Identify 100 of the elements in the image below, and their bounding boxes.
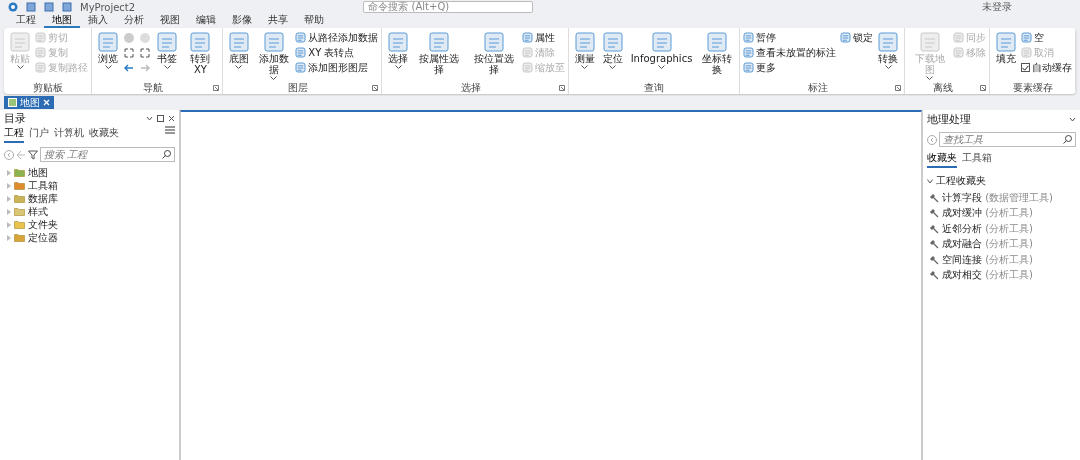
- launcher-icon[interactable]: [980, 85, 986, 91]
- tool-icon: [521, 47, 533, 58]
- folder-icon: [14, 207, 25, 216]
- caret-icon[interactable]: [394, 65, 402, 69]
- map-tab[interactable]: 地图: [4, 96, 54, 109]
- ribbon-button[interactable]: 定位: [599, 30, 626, 71]
- collapse-icon[interactable]: [927, 178, 933, 184]
- ribbon-button[interactable]: 空: [1021, 30, 1072, 45]
- caret-icon[interactable]: [609, 65, 617, 69]
- folder-icon: [14, 181, 25, 190]
- caret-icon[interactable]: [1069, 115, 1076, 123]
- ribbon-tab[interactable]: 编辑: [188, 14, 224, 28]
- caret-icon[interactable]: [581, 65, 589, 69]
- ribbon-button[interactable]: 浏览: [95, 30, 121, 71]
- app-logo-icon: [8, 2, 18, 12]
- zoom-extent-icon[interactable]: [139, 47, 151, 59]
- pane-tab[interactable]: 工具箱: [962, 151, 992, 168]
- caret-icon[interactable]: [235, 65, 243, 69]
- tool-icon: [295, 62, 307, 73]
- tool-icon: [521, 32, 533, 43]
- catalog-item[interactable]: 数据库: [0, 192, 179, 205]
- tool-item[interactable]: 成对融合 (分析工具): [942, 237, 1033, 252]
- ribbon-button[interactable]: 按位置选择: [467, 30, 520, 77]
- ribbon-button[interactable]: 属性: [521, 30, 565, 45]
- search-field[interactable]: 搜索 工程: [40, 147, 175, 162]
- ribbon-button[interactable]: 锁定: [840, 30, 874, 45]
- catalog-item[interactable]: 工具箱: [0, 179, 179, 192]
- ribbon-tab[interactable]: 工程: [8, 14, 44, 28]
- filter-icon[interactable]: [28, 149, 38, 160]
- tool-item[interactable]: 成对相交 (分析工具): [942, 268, 1033, 283]
- ribbon-button[interactable]: 测量: [571, 30, 598, 71]
- tool-icon: [574, 32, 595, 52]
- ribbon-button[interactable]: Infographics: [627, 30, 696, 71]
- launcher-icon[interactable]: [558, 85, 565, 91]
- ribbon-button[interactable]: 填充: [993, 30, 1019, 66]
- ribbon-button[interactable]: 坐标转换: [697, 30, 737, 77]
- user-name[interactable]: 未登录: [981, 0, 1012, 14]
- pane-tab[interactable]: 收藏夹: [927, 151, 957, 168]
- back-arrow-icon[interactable]: [123, 62, 135, 74]
- search-icon[interactable]: [162, 150, 171, 159]
- caret-icon[interactable]: [270, 76, 278, 80]
- back-icon[interactable]: [927, 134, 937, 145]
- search-icon[interactable]: [1063, 135, 1072, 144]
- tool-icon: [953, 47, 964, 58]
- launcher-icon[interactable]: [895, 85, 902, 91]
- ribbon-button[interactable]: 查看未放置的标注: [743, 45, 837, 60]
- ribbon-button[interactable]: 转到 XY: [182, 30, 219, 77]
- ribbon-button[interactable]: 从路径添加数据: [295, 30, 379, 45]
- pane-tab[interactable]: 门户: [29, 126, 49, 143]
- pane-tab[interactable]: 收藏夹: [89, 126, 119, 143]
- search-field[interactable]: 查找工具: [939, 132, 1076, 147]
- caret-icon[interactable]: [146, 114, 153, 122]
- ribbon-button[interactable]: 暂停: [743, 30, 837, 45]
- ribbon-tab[interactable]: 帮助: [296, 14, 332, 28]
- zoom-extent-icon[interactable]: [123, 47, 135, 59]
- caret-icon[interactable]: [163, 65, 171, 69]
- ribbon-button[interactable]: 转换: [875, 30, 902, 71]
- section-header[interactable]: 工程收藏夹: [923, 168, 1080, 190]
- ribbon-tab[interactable]: 影像: [224, 14, 260, 28]
- launcher-icon[interactable]: [372, 85, 379, 91]
- ribbon-tab[interactable]: 分析: [116, 14, 152, 28]
- tool-icon: [10, 32, 30, 52]
- tool-icon: [295, 32, 307, 43]
- close-icon[interactable]: [168, 114, 175, 122]
- tool-item[interactable]: 空间连接 (分析工具): [942, 252, 1033, 267]
- catalog-item[interactable]: 定位器: [0, 231, 179, 244]
- ribbon-button[interactable]: 选择: [385, 30, 412, 71]
- ribbon-button[interactable]: 添加数据: [253, 30, 294, 82]
- launcher-icon[interactable]: [212, 85, 219, 91]
- ribbon-button[interactable]: XY 表转点: [295, 45, 379, 60]
- auto-cache-checkbox[interactable]: 自动缓存: [1021, 60, 1072, 75]
- tool-icon: [35, 32, 46, 43]
- back-icon[interactable]: [4, 149, 14, 160]
- catalog-item[interactable]: 文件夹: [0, 218, 179, 231]
- ribbon-tab[interactable]: 视图: [152, 14, 188, 28]
- tool-item[interactable]: 成对缓冲 (分析工具): [942, 206, 1033, 221]
- ribbon-button[interactable]: 更多: [743, 60, 837, 75]
- ribbon-button[interactable]: 添加图形图层: [295, 60, 379, 75]
- hammer-icon: [929, 192, 939, 203]
- ribbon-button[interactable]: 按属性选择: [413, 30, 466, 77]
- tool-item[interactable]: 近邻分析 (分析工具): [942, 221, 1033, 236]
- group-label: 离线: [932, 82, 955, 94]
- tool-icon: [521, 62, 533, 73]
- ribbon-button[interactable]: 书签: [154, 30, 180, 71]
- tool-item[interactable]: 计算字段 (数据管理工具): [942, 190, 1053, 205]
- folder-icon: [14, 220, 25, 229]
- catalog-item[interactable]: 地图: [0, 166, 179, 179]
- pane-tab[interactable]: 工程: [4, 126, 24, 143]
- hammer-icon: [929, 223, 939, 234]
- tool-icon: [1021, 47, 1032, 58]
- pane-tab[interactable]: 计算机: [54, 126, 84, 143]
- command-search-field[interactable]: 命令搜索 (Alt+Q): [363, 1, 534, 13]
- ribbon-tab[interactable]: 插入: [80, 14, 116, 28]
- caret-icon[interactable]: [884, 65, 892, 69]
- maximize-icon[interactable]: [157, 114, 164, 122]
- ribbon-button[interactable]: 底图: [225, 30, 252, 71]
- caret-icon[interactable]: [658, 65, 665, 69]
- caret-icon[interactable]: [104, 65, 112, 69]
- ribbon-tab[interactable]: 共享: [260, 14, 296, 28]
- catalog-item[interactable]: 样式: [0, 205, 179, 218]
